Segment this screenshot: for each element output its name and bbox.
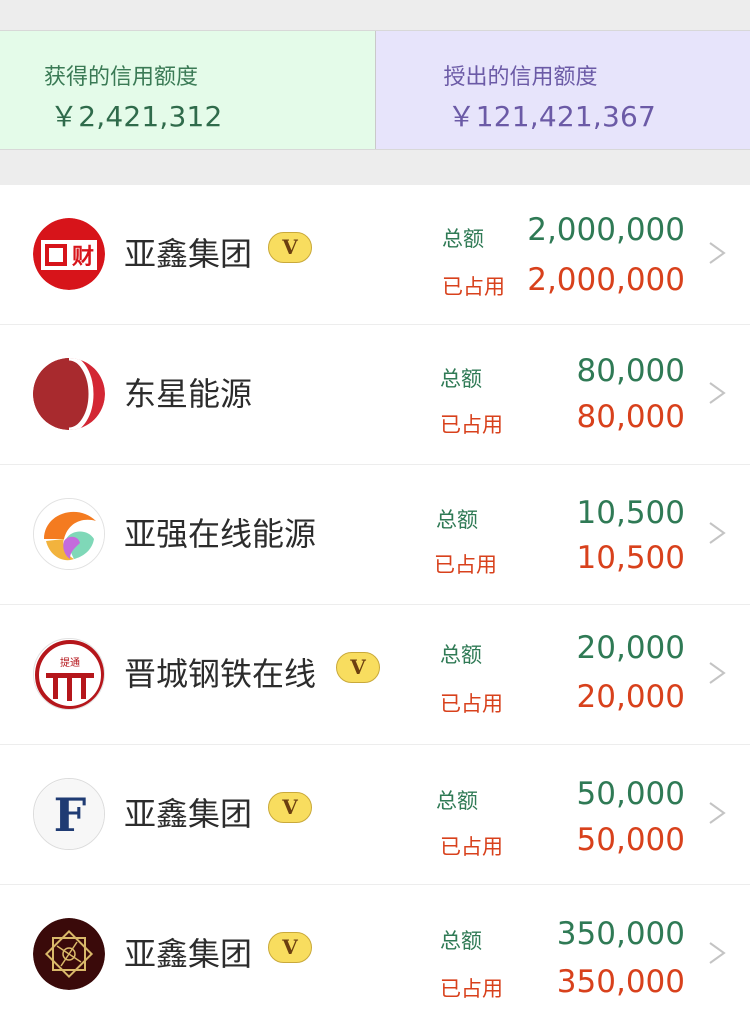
company-name: 东星能源 — [124, 375, 253, 413]
chevron-right-icon[interactable] — [702, 797, 730, 829]
total-amount: 20,000 — [576, 630, 685, 666]
red-sphere-logo-icon — [33, 358, 105, 430]
used-label: 已占用 — [434, 553, 497, 577]
company-name: 亚鑫集团 — [124, 795, 253, 833]
used-amount: 350,000 — [556, 964, 685, 1000]
total-label: 总额 — [442, 227, 484, 251]
company-name: 亚鑫集团 — [124, 935, 253, 973]
company-row[interactable]: 亚鑫集团 V 总额 350,000 已占用 350,000 — [0, 885, 750, 1024]
company-row[interactable]: 东星能源 总额 80,000 已占用 80,000 — [0, 325, 750, 465]
vip-badge: V — [268, 232, 312, 263]
used-label: 已占用 — [440, 692, 503, 716]
chevron-right-icon[interactable] — [702, 937, 730, 969]
gold-frame-logo-icon — [33, 918, 105, 990]
received-credit-card[interactable]: 获得的信用额度 ￥2,421,312 — [0, 31, 376, 149]
company-name: 晋城钢铁在线 — [124, 655, 317, 693]
total-amount: 50,000 — [576, 776, 685, 812]
total-amount: 2,000,000 — [527, 212, 685, 248]
company-row[interactable]: 财 亚鑫集团 V 总额 2,000,000 已占用 2,000,000 — [0, 185, 750, 325]
total-label: 总额 — [436, 508, 478, 532]
used-amount: 2,000,000 — [527, 262, 685, 298]
total-label: 总额 — [440, 643, 482, 667]
used-label: 已占用 — [442, 275, 505, 299]
company-name: 亚鑫集团 — [124, 235, 253, 273]
received-credit-title: 获得的信用额度 — [44, 65, 199, 90]
granted-credit-amount: ￥121,421,367 — [447, 100, 657, 133]
f-logo-text: F — [54, 788, 87, 842]
total-label: 总额 — [436, 789, 478, 813]
gate-logo-text: 提通 — [60, 657, 80, 669]
used-amount: 50,000 — [576, 822, 685, 858]
total-label: 总额 — [440, 929, 482, 953]
used-label: 已占用 — [440, 835, 503, 859]
total-label: 总额 — [440, 367, 482, 391]
company-name: 亚强在线能源 — [124, 515, 317, 553]
vip-badge: V — [268, 792, 312, 823]
chevron-right-icon[interactable] — [702, 657, 730, 689]
received-credit-amount: ￥2,421,312 — [50, 100, 223, 133]
letter-f-logo-icon: F — [33, 778, 105, 850]
section-spacer — [0, 150, 750, 185]
total-amount: 10,500 — [576, 495, 685, 531]
used-amount: 80,000 — [576, 399, 685, 435]
company-row[interactable]: 亚强在线能源 总额 10,500 已占用 10,500 — [0, 465, 750, 605]
cai-logo-text: 财 — [72, 245, 94, 270]
chevron-right-icon[interactable] — [702, 377, 730, 409]
used-amount: 20,000 — [576, 679, 685, 715]
chevron-right-icon[interactable] — [702, 517, 730, 549]
total-amount: 350,000 — [556, 916, 685, 952]
used-label: 已占用 — [440, 977, 503, 1001]
vip-badge: V — [268, 932, 312, 963]
top-spacer — [0, 0, 750, 30]
company-row[interactable]: 提通 晋城钢铁在线 V 总额 20,000 已占用 20,000 — [0, 605, 750, 745]
credit-summary: 获得的信用额度 ￥2,421,312 授出的信用额度 ￥121,421,367 — [0, 30, 750, 150]
granted-credit-card[interactable]: 授出的信用额度 ￥121,421,367 — [375, 31, 750, 149]
vip-badge: V — [336, 652, 380, 683]
red-gate-logo-icon: 提通 — [33, 638, 105, 710]
cai-logo-icon: 财 — [33, 218, 105, 290]
used-label: 已占用 — [440, 413, 503, 437]
total-amount: 80,000 — [576, 353, 685, 389]
used-amount: 10,500 — [576, 540, 685, 576]
chevron-right-icon[interactable] — [702, 237, 730, 269]
company-list: 财 亚鑫集团 V 总额 2,000,000 已占用 2,000,000 东星能源… — [0, 185, 750, 1024]
company-row[interactable]: F 亚鑫集团 V 总额 50,000 已占用 50,000 — [0, 745, 750, 885]
colorful-swirl-logo-icon — [33, 498, 105, 570]
granted-credit-title: 授出的信用额度 — [443, 65, 598, 90]
